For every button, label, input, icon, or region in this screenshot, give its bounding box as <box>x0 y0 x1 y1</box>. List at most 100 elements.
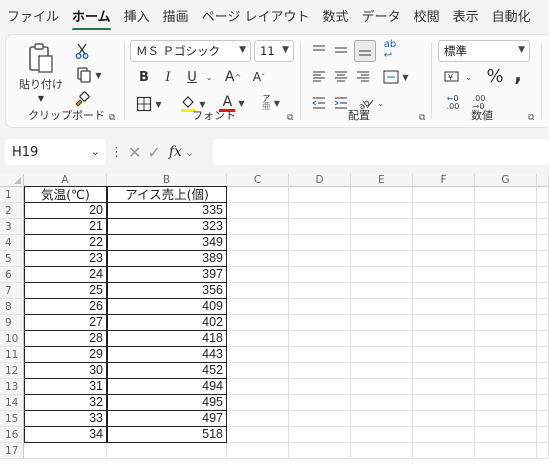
empty-cell[interactable] <box>537 379 549 395</box>
sales-cell[interactable]: 409 <box>107 298 227 315</box>
empty-cell[interactable] <box>289 443 351 459</box>
empty-cell[interactable] <box>227 299 289 315</box>
insert-function-button[interactable]: fx <box>169 144 182 160</box>
empty-cell[interactable] <box>227 187 289 203</box>
sales-cell[interactable]: 389 <box>107 250 227 267</box>
spreadsheet-grid[interactable]: A B C D E F G 1 気温(℃) アイス売上(個) 2 20 335 3 21 323 4 22 349 5… <box>0 174 549 474</box>
row-header[interactable]: 4 <box>0 235 24 251</box>
empty-cell[interactable] <box>537 299 549 315</box>
empty-cell[interactable] <box>227 443 289 459</box>
empty-cell[interactable] <box>289 251 351 267</box>
font-launcher-icon[interactable]: ⧉ <box>287 113 293 123</box>
empty-cell[interactable] <box>227 411 289 427</box>
comma-button[interactable]: , <box>511 62 525 86</box>
number-launcher-icon[interactable]: ⧉ <box>528 113 534 123</box>
font-name-select[interactable]: ＭＳ Ｐゴシック ▼ <box>130 40 251 62</box>
align-middle-button[interactable] <box>332 40 350 60</box>
empty-cell[interactable] <box>537 219 549 235</box>
paste-button[interactable] <box>24 41 58 75</box>
temperature-cell[interactable]: 32 <box>24 394 107 411</box>
row-header[interactable]: 17 <box>0 443 24 459</box>
empty-cell[interactable] <box>351 395 413 411</box>
empty-cell[interactable] <box>537 395 549 411</box>
cancel-icon[interactable]: ✕ <box>128 143 141 162</box>
header-cell[interactable]: アイス売上(個) <box>107 186 227 203</box>
empty-cell[interactable] <box>227 379 289 395</box>
empty-cell[interactable] <box>289 347 351 363</box>
empty-cell[interactable] <box>289 411 351 427</box>
row-header[interactable]: 10 <box>0 331 24 347</box>
empty-cell[interactable] <box>413 411 475 427</box>
temperature-cell[interactable]: 25 <box>24 282 107 299</box>
accounting-format-button[interactable]: ¥ ⌄ <box>441 67 475 87</box>
font-size-select[interactable]: 11 ▼ <box>254 40 294 62</box>
empty-cell[interactable] <box>537 427 549 443</box>
empty-cell[interactable] <box>413 267 475 283</box>
confirm-icon[interactable]: ✓ <box>147 143 160 162</box>
grow-font-button[interactable]: A ^ <box>222 68 244 86</box>
row-header[interactable]: 9 <box>0 315 24 331</box>
row-header[interactable]: 14 <box>0 395 24 411</box>
empty-cell[interactable] <box>413 315 475 331</box>
empty-cell[interactable] <box>227 283 289 299</box>
empty-cell[interactable] <box>351 363 413 379</box>
empty-cell[interactable] <box>413 363 475 379</box>
column-header-g[interactable]: G <box>475 174 537 187</box>
menu-tab[interactable]: 表示 <box>453 6 479 25</box>
empty-cell[interactable] <box>289 203 351 219</box>
align-top-button[interactable] <box>310 40 328 60</box>
sales-cell[interactable]: 397 <box>107 266 227 283</box>
temperature-cell[interactable]: 29 <box>24 346 107 363</box>
empty-cell[interactable] <box>475 363 537 379</box>
clipboard-launcher-icon[interactable]: ⧉ <box>109 113 115 123</box>
sales-cell[interactable]: 452 <box>107 362 227 379</box>
underline-button[interactable]: U <box>184 68 200 86</box>
row-header[interactable]: 3 <box>0 219 24 235</box>
name-box[interactable]: H19 ⌄ <box>5 139 106 165</box>
empty-cell[interactable] <box>537 315 549 331</box>
wrap-text-button[interactable]: ab ↩ <box>380 39 400 61</box>
menu-tab[interactable]: 描画 <box>163 6 189 25</box>
sales-cell[interactable]: 349 <box>107 234 227 251</box>
sales-cell[interactable]: 323 <box>107 218 227 235</box>
menu-tab[interactable]: ファイル <box>7 6 59 25</box>
empty-cell[interactable] <box>537 443 549 459</box>
empty-cell[interactable] <box>227 347 289 363</box>
empty-cell[interactable] <box>475 427 537 443</box>
copy-button[interactable]: ▼ <box>69 65 109 85</box>
bold-button[interactable]: B <box>136 68 152 86</box>
temperature-cell[interactable]: 27 <box>24 314 107 331</box>
merge-center-button[interactable]: ▼ <box>378 67 414 87</box>
empty-cell[interactable] <box>289 219 351 235</box>
empty-cell[interactable] <box>351 331 413 347</box>
sales-cell[interactable]: 402 <box>107 314 227 331</box>
empty-cell[interactable] <box>475 395 537 411</box>
row-header[interactable]: 6 <box>0 267 24 283</box>
temperature-cell[interactable]: 26 <box>24 298 107 315</box>
empty-cell[interactable] <box>227 251 289 267</box>
more-dots-icon[interactable]: ⋮ <box>110 145 123 160</box>
temperature-cell[interactable]: 31 <box>24 378 107 395</box>
empty-cell[interactable] <box>227 315 289 331</box>
empty-cell[interactable] <box>289 299 351 315</box>
row-header[interactable]: 8 <box>0 299 24 315</box>
empty-cell[interactable] <box>227 219 289 235</box>
empty-cell[interactable] <box>537 363 549 379</box>
empty-cell[interactable] <box>413 283 475 299</box>
menu-tab[interactable]: ページ レイアウト <box>202 6 310 25</box>
underline-dropdown[interactable]: ⌄ <box>204 68 214 86</box>
empty-cell[interactable] <box>413 251 475 267</box>
sales-cell[interactable]: 356 <box>107 282 227 299</box>
empty-cell[interactable] <box>537 235 549 251</box>
empty-cell[interactable] <box>413 427 475 443</box>
row-header[interactable]: 7 <box>0 283 24 299</box>
empty-cell[interactable] <box>289 315 351 331</box>
menu-tab[interactable]: 挿入 <box>124 6 150 25</box>
align-right-button[interactable] <box>354 67 372 87</box>
temperature-cell[interactable]: 21 <box>24 218 107 235</box>
empty-cell[interactable] <box>475 315 537 331</box>
alignment-launcher-icon[interactable]: ⧉ <box>419 113 425 123</box>
empty-cell[interactable] <box>289 395 351 411</box>
italic-button[interactable]: I <box>160 68 176 86</box>
empty-cell[interactable] <box>351 299 413 315</box>
